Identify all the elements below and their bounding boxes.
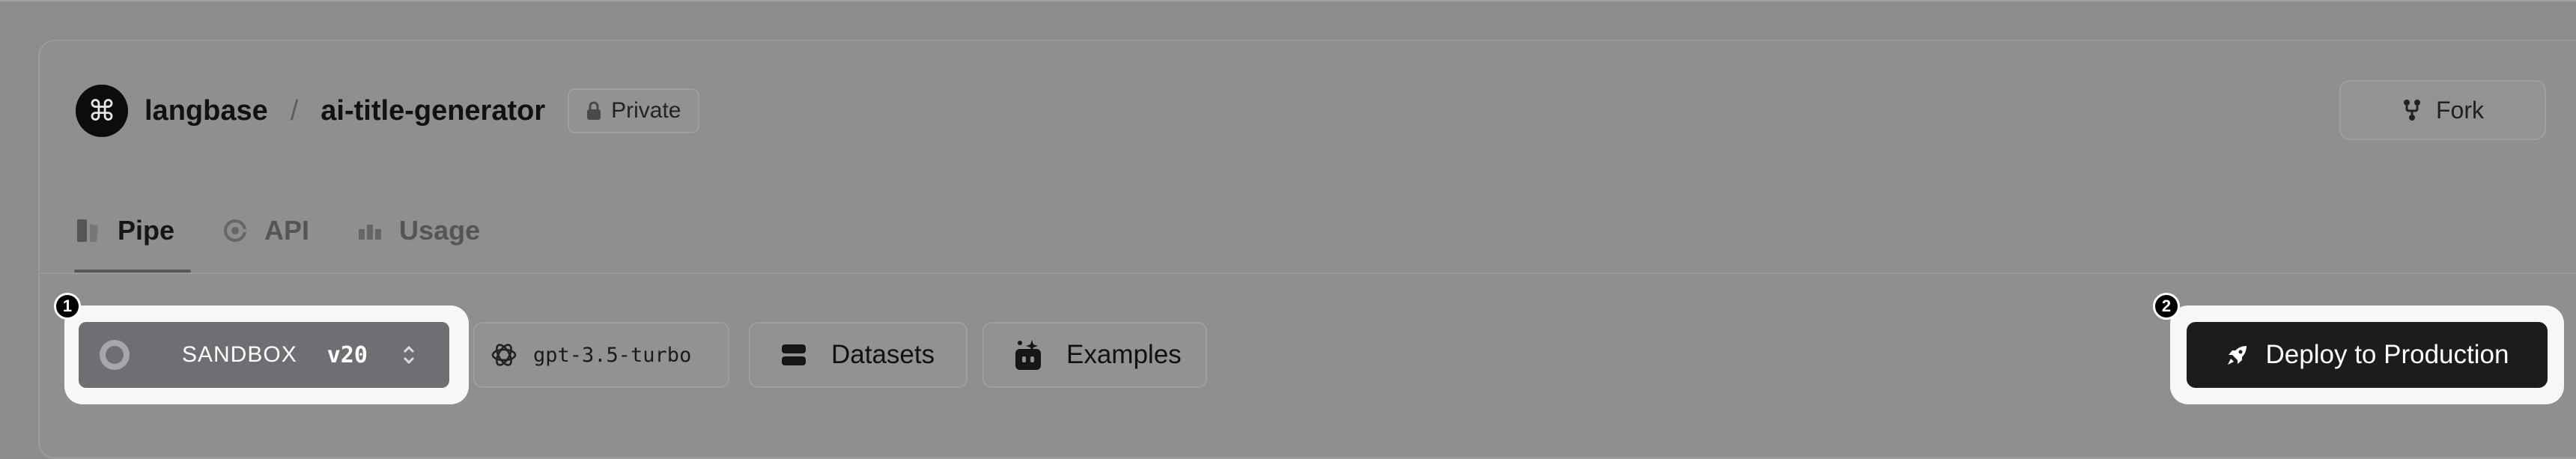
visibility-badge: Private (568, 88, 699, 133)
examples-icon (1015, 340, 1041, 370)
database-icon (782, 344, 806, 365)
datasets-button[interactable]: Datasets (749, 322, 967, 388)
deploy-label: Deploy to Production (2265, 340, 2509, 369)
breadcrumb-separator: / (290, 94, 299, 127)
repo-name-link[interactable]: ai-title-generator (321, 95, 545, 127)
fork-label: Fork (2436, 96, 2484, 124)
callout-badge-1: 1 (54, 293, 81, 320)
api-icon (224, 219, 249, 242)
top-border (0, 0, 2576, 1)
org-logo[interactable]: ⌘ (76, 85, 128, 137)
status-ring-icon (100, 340, 130, 370)
tab-api[interactable]: API (222, 201, 309, 261)
chevron-updown-icon (403, 345, 414, 365)
examples-button[interactable]: Examples (982, 322, 1207, 388)
datasets-label: Datasets (831, 340, 935, 369)
fork-button[interactable]: Fork (2339, 80, 2546, 140)
openai-logo-icon (491, 344, 517, 366)
version-label: v20 (326, 341, 368, 368)
tab-api-label: API (264, 215, 310, 246)
tab-usage-label: Usage (399, 215, 481, 246)
tabs-divider (40, 273, 2576, 274)
environment-label: SANDBOX (182, 342, 297, 367)
tab-pipe[interactable]: Pipe (73, 201, 192, 273)
usage-bars-icon (359, 225, 382, 240)
tab-pipe-label: Pipe (118, 215, 175, 246)
visibility-label: Private (611, 98, 681, 123)
pipe-tabs: Pipe API Usage (73, 201, 528, 273)
pipe-icon (77, 219, 98, 242)
fork-icon (2404, 100, 2420, 121)
version-select[interactable]: SANDBOX v20 (79, 322, 449, 388)
examples-label: Examples (1066, 340, 1182, 369)
deploy-to-production-button[interactable]: Deploy to Production (2187, 322, 2548, 388)
model-label: gpt-3.5-turbo (533, 343, 692, 367)
rocket-icon (2227, 346, 2247, 365)
model-selector[interactable]: gpt-3.5-turbo (473, 322, 729, 388)
tab-usage[interactable]: Usage (357, 201, 480, 261)
repo-header: ⌘ langbase / ai-title-generator Private (76, 81, 699, 141)
callout-badge-2: 2 (2153, 293, 2180, 320)
lock-icon (587, 101, 601, 120)
org-name-link[interactable]: langbase (145, 95, 268, 127)
